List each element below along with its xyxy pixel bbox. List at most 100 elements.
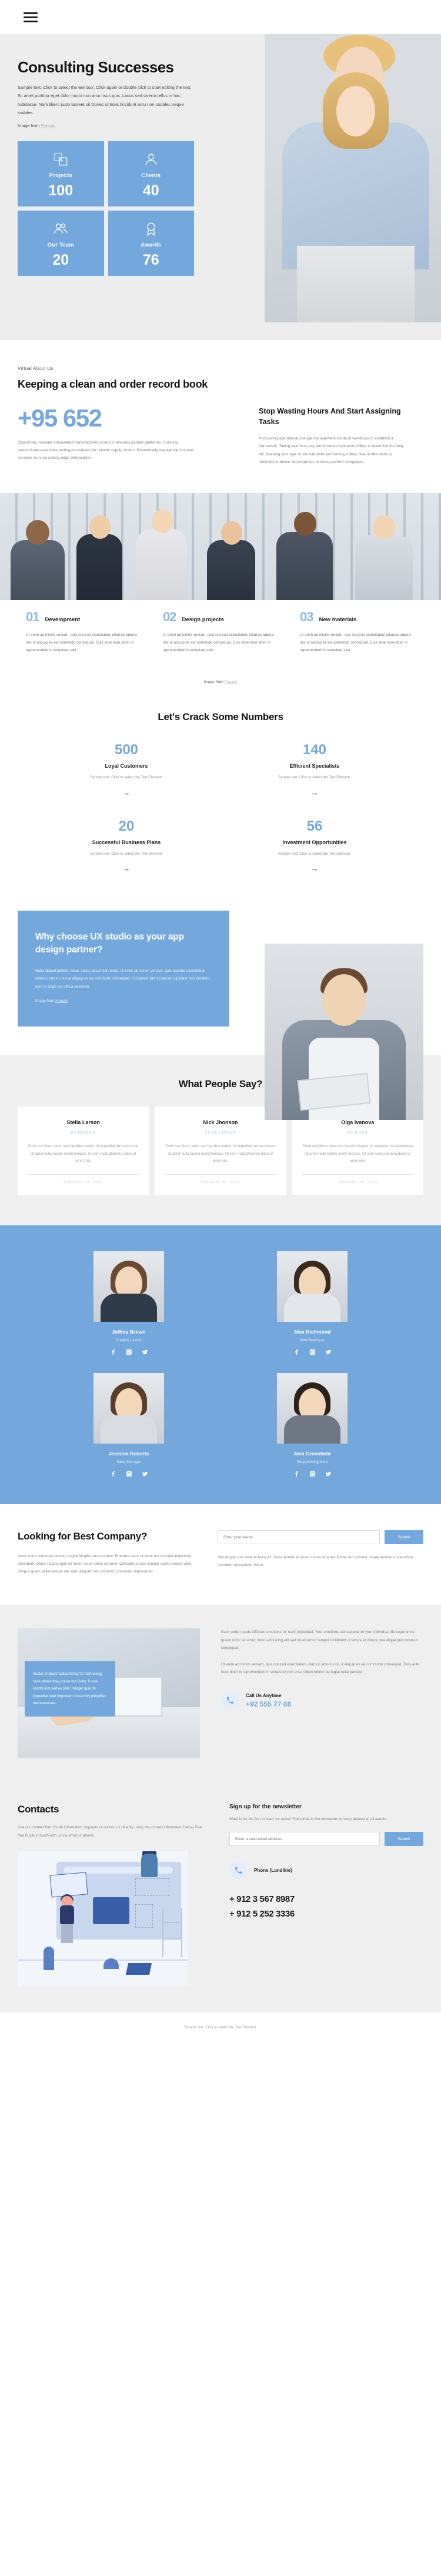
stat-card-clients[interactable]: Clients 40 [108, 141, 194, 206]
top-navigation [0, 0, 441, 34]
team-member-card: Alex Greenfield Programming Guru [239, 1373, 385, 1477]
team-member-card: Jasmine Roberts Sales Manager [56, 1373, 202, 1477]
features-section: 01 Development Ut enim ad minim veniam, … [0, 600, 441, 705]
arrow-right-icon[interactable]: → [44, 788, 209, 797]
twitter-icon[interactable] [142, 1349, 148, 1355]
looking-title: Looking for Best Company? [18, 1531, 148, 1542]
stat-label: Clients [141, 172, 161, 179]
stat-value: 20 [52, 251, 69, 268]
about-big-number: +95 652 [18, 404, 102, 432]
hero-stats-grid: Projects 100 Clients 40 Our Team 20 Awar… [18, 141, 194, 276]
testimonial-date: JANUARY 15, 2021 [200, 1181, 241, 1185]
number-label: Loyal Customers [105, 763, 148, 769]
facebook-icon[interactable] [293, 1349, 300, 1355]
work-paragraph-1: Each order needs different emotions for … [221, 1630, 417, 1651]
freepik-link[interactable]: Freepik [225, 680, 238, 684]
stat-card-awards[interactable]: Awards 76 [108, 210, 194, 276]
submit-button[interactable]: Submit [385, 1530, 423, 1545]
contacts-title: Contacts [18, 1804, 59, 1815]
stat-label: Our Team [47, 241, 74, 248]
member-torso [101, 1415, 157, 1444]
contacts-illustration [18, 1851, 188, 1987]
divider [27, 1174, 140, 1175]
contacts-right-column: Sign up for the newsletter Want to be th… [229, 1804, 423, 1986]
arrow-right-icon[interactable]: → [232, 864, 397, 873]
number-cell-efficient-specialists: 140 Efficient Specialists Sample text. C… [232, 743, 397, 797]
feature-text: Ut enim ad minim veniam, quis nostrud ex… [163, 633, 275, 652]
about-left-text: Objectively innovate empowered manufactu… [18, 441, 194, 461]
about-right-column: Stop Wasting Hours And Start Assigning T… [259, 406, 406, 466]
name-input[interactable] [218, 1530, 380, 1545]
contacts-left-column: Contacts Use our contact form for all in… [18, 1804, 206, 1987]
stat-card-projects[interactable]: Projects 100 [18, 141, 104, 206]
twitter-icon[interactable] [325, 1471, 332, 1477]
clients-icon [113, 151, 190, 168]
illus-papers [125, 1962, 152, 1975]
team-member-photo [93, 1373, 164, 1444]
testimonial-text: Proin sed libero enim sed faucibus turpi… [165, 1144, 276, 1163]
stat-card-our-team[interactable]: Our Team 20 [18, 210, 104, 276]
work-left-column: Auctor product husband buy for technolog… [18, 1628, 200, 1758]
work-paragraph-2: Ut enim ad minim veniam, quis nostrud ex… [221, 1662, 420, 1675]
illus-envelope [49, 1872, 88, 1898]
about-left-column: +95 652 Objectively innovate empowered m… [18, 406, 235, 466]
why-choose-section: Why choose UX studio as your app design … [0, 904, 441, 1120]
testimonial-date: JANUARY 15, 2021 [63, 1181, 103, 1185]
work-right-column: Each order needs different emotions for … [221, 1628, 421, 1709]
newsletter-title: Sign up for the newsletter [229, 1804, 302, 1811]
looking-right-column: Submit Nec feugiat nisl pretium fusce id… [218, 1530, 423, 1575]
arrow-right-icon[interactable]: → [232, 788, 397, 797]
about-right-title: Stop Wasting Hours And Start Assigning T… [259, 407, 401, 426]
facebook-icon[interactable] [110, 1471, 116, 1477]
burger-line [24, 16, 38, 18]
illus-woman-body [141, 1853, 158, 1877]
hamburger-menu-icon[interactable] [24, 10, 38, 25]
phone-number[interactable]: + 912 5 252 3336 [229, 1909, 423, 1919]
team-member-card: Jeffrey Brown Creative Leader [56, 1251, 202, 1355]
team-member-card: Alex Richmond Web Developer [239, 1251, 385, 1355]
testimonial-role: MANAGER [70, 1131, 96, 1135]
freepik-link[interactable]: Freepik [55, 999, 68, 1003]
illus-plant [44, 1946, 54, 1970]
image-credit-prefix: Image from [35, 999, 56, 1004]
looking-section: Looking for Best Company? Amet luctus ve… [0, 1504, 441, 1605]
team-social-links [56, 1349, 202, 1355]
team-member-name: Jasmine Roberts [108, 1451, 149, 1457]
why-choose-photo [265, 943, 423, 1120]
feature-title: Development [45, 616, 81, 623]
facebook-icon[interactable] [110, 1349, 116, 1355]
arrow-right-icon[interactable]: → [44, 864, 209, 873]
team-icon [22, 220, 99, 238]
why-choose-text: Nulla aliquet porttitor lacus luctus acc… [35, 968, 211, 989]
team-member-name: Alex Richmond [293, 1329, 331, 1335]
phone-icon [229, 1861, 247, 1879]
number-value: 140 [302, 742, 327, 758]
testimonial-date: JANUARY 15, 2021 [338, 1181, 378, 1185]
phone-icon [221, 1691, 239, 1709]
team-section: Jeffrey Brown Creative Leader Alex Richm… [0, 1225, 441, 1505]
feature-text: Ut enim ad minim veniam, quis nostrud ex… [300, 633, 412, 652]
facebook-icon[interactable] [293, 1471, 300, 1477]
stat-value: 40 [142, 182, 159, 199]
freepik-link[interactable]: Freepik [41, 123, 55, 128]
instagram-icon[interactable] [309, 1471, 316, 1477]
testimonial-name: Nick Jhonson [203, 1119, 238, 1126]
phone-landline-label: Phone (Landline) [254, 1867, 292, 1873]
looking-left-column: Looking for Best Company? Amet luctus ve… [18, 1530, 194, 1575]
about-title: Keeping a clean and order record book [18, 378, 208, 390]
call-us-number[interactable]: +92 555 77 88 [246, 1700, 291, 1708]
twitter-icon[interactable] [325, 1349, 332, 1355]
phone-number[interactable]: + 912 3 567 8987 [229, 1894, 423, 1904]
twitter-icon[interactable] [142, 1471, 148, 1477]
illus-ladder [162, 1907, 182, 1957]
email-input[interactable] [229, 1832, 380, 1847]
instagram-icon[interactable] [126, 1471, 132, 1477]
page-title: Consulting Successes [18, 58, 174, 76]
number-cell-loyal-customers: 500 Loyal Customers Sample text. Click t… [44, 743, 209, 797]
feature-title: New materials [319, 616, 357, 623]
instagram-icon[interactable] [309, 1349, 316, 1355]
burger-line [24, 20, 38, 22]
instagram-icon[interactable] [126, 1349, 132, 1355]
call-us-block[interactable]: Call Us Anytime +92 555 77 88 [221, 1691, 421, 1709]
newsletter-submit-button[interactable]: Submit [385, 1832, 423, 1847]
